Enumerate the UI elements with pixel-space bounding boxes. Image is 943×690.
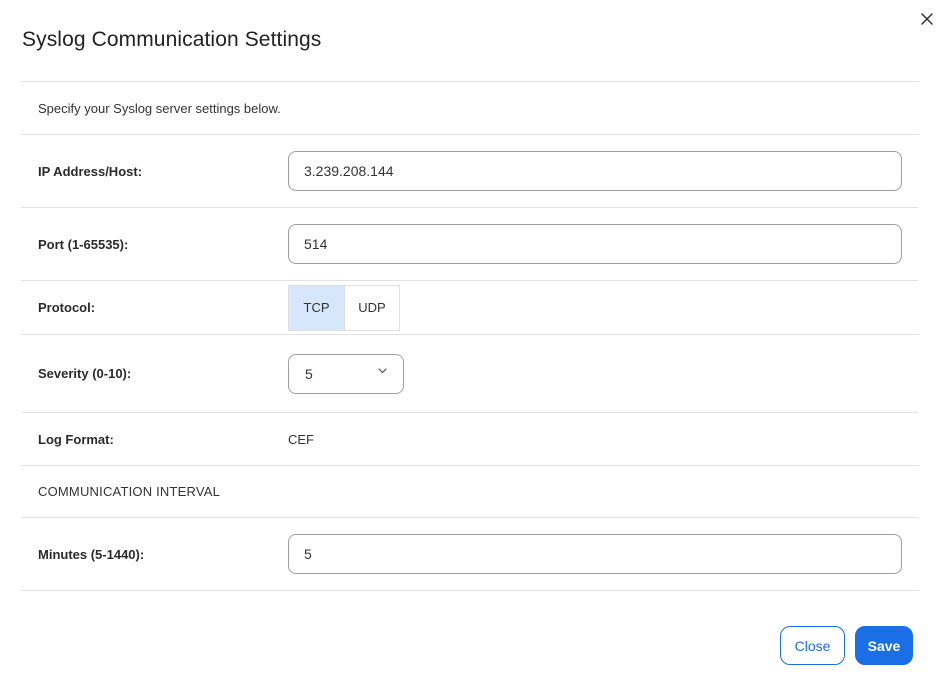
ip-label: IP Address/Host: — [38, 163, 143, 179]
settings-form: Specify your Syslog server settings belo… — [21, 81, 918, 591]
port-label: Port (1-65535): — [38, 236, 129, 252]
ip-address-input[interactable]: 3.239.208.144 — [288, 151, 902, 191]
syslog-settings-dialog: Syslog Communication Settings Specify yo… — [0, 0, 943, 690]
minutes-label: Minutes (5-1440): — [38, 546, 145, 562]
severity-select[interactable]: 5 — [288, 353, 404, 394]
save-button[interactable]: Save — [855, 626, 913, 665]
severity-row: Severity (0-10): 5 — [21, 335, 918, 413]
severity-value: 5 — [305, 365, 313, 382]
intro-text: Specify your Syslog server settings belo… — [38, 100, 281, 116]
intro-row: Specify your Syslog server settings belo… — [21, 82, 918, 135]
protocol-option-udp[interactable]: UDP — [344, 285, 399, 330]
port-value: 514 — [304, 236, 328, 252]
section-heading: COMMUNICATION INTERVAL — [38, 484, 221, 499]
log-format-row: Log Format: CEF — [21, 413, 918, 466]
interval-section-row: COMMUNICATION INTERVAL — [21, 466, 918, 518]
dialog-title: Syslog Communication Settings — [22, 28, 322, 51]
protocol-option-tcp[interactable]: TCP — [289, 285, 344, 330]
log-format-value: CEF — [288, 431, 314, 447]
chevron-down-icon — [377, 366, 387, 376]
severity-label: Severity (0-10): — [38, 366, 132, 381]
log-format-label: Log Format: — [38, 431, 114, 447]
protocol-label: Protocol: — [38, 300, 96, 315]
port-input[interactable]: 514 — [288, 224, 902, 264]
ip-row: IP Address/Host: 3.239.208.144 — [21, 135, 918, 208]
protocol-row: Protocol: TCP UDP — [21, 281, 918, 335]
minutes-row: Minutes (5-1440): 5 — [21, 518, 918, 591]
protocol-toggle: TCP UDP — [288, 284, 400, 331]
close-icon[interactable] — [918, 10, 936, 28]
close-button[interactable]: Close — [780, 626, 845, 665]
minutes-value: 5 — [304, 546, 312, 562]
port-row: Port (1-65535): 514 — [21, 208, 918, 281]
minutes-input[interactable]: 5 — [288, 534, 902, 574]
ip-address-value: 3.239.208.144 — [304, 163, 394, 179]
